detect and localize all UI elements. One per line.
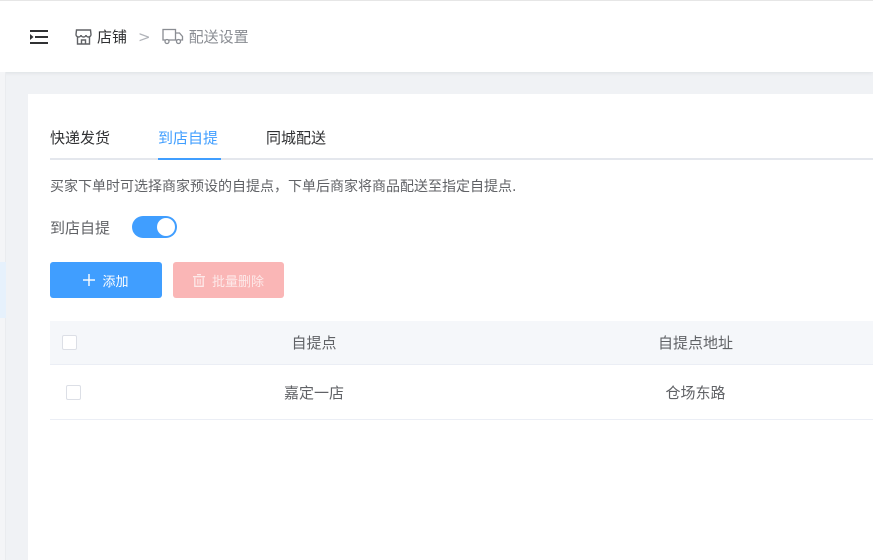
truck-icon: [161, 28, 184, 45]
pickup-toggle[interactable]: [132, 216, 178, 238]
plus-icon: [83, 274, 96, 286]
batch-delete-button[interactable]: 批量删除: [173, 262, 284, 298]
delivery-tabs: 快递发货 到店自提 同城配送: [50, 128, 873, 160]
tab-self-pickup[interactable]: 到店自提: [158, 128, 218, 160]
settings-card: 快递发货 到店自提 同城配送 买家下单时可选择商家预设的自提点，下单后商家将商品…: [28, 94, 873, 560]
tab-local-delivery[interactable]: 同城配送: [266, 128, 326, 160]
batch-delete-label: 批量删除: [211, 274, 264, 290]
breadcrumb-store-label: 店铺: [97, 28, 128, 46]
header-checkbox-cell: [50, 335, 110, 350]
column-pickup-address: 自提点地址: [657, 334, 733, 352]
menu-fold-icon[interactable]: [29, 29, 49, 45]
pickup-switch-label: 到店自提: [50, 218, 111, 237]
row-pickup-address: 仓场东路: [665, 383, 726, 402]
table-header: 自提点 自提点地址: [50, 321, 873, 365]
toggle-knob: [157, 218, 176, 236]
tab-active-indicator: [158, 158, 221, 160]
breadcrumb: 店铺 > 配送设置: [75, 26, 249, 47]
store-icon: [75, 28, 92, 45]
trash-icon: [192, 273, 205, 287]
pickup-description: 买家下单时可选择商家预设的自提点，下单后商家将商品配送至指定自提点.: [50, 179, 517, 195]
breadcrumb-store[interactable]: 店铺: [75, 26, 127, 47]
breadcrumb-current: 配送设置: [161, 26, 249, 47]
pickup-table: 自提点 自提点地址 嘉定一店 仓场东路: [50, 321, 873, 420]
breadcrumb-separator: >: [138, 27, 151, 46]
add-button-label: 添加: [102, 274, 129, 290]
column-pickup-point: 自提点: [291, 334, 337, 352]
top-header: 店铺 > 配送设置: [0, 0, 873, 72]
row-checkbox-cell: [50, 384, 110, 400]
pickup-switch-row: 到店自提: [50, 216, 178, 238]
select-all-checkbox[interactable]: [62, 335, 77, 350]
tab-express[interactable]: 快递发货: [50, 128, 110, 160]
add-button[interactable]: 添加: [50, 262, 162, 298]
row-pickup-name: 嘉定一店: [283, 383, 344, 402]
sidebar-active-indicator: [0, 262, 6, 318]
row-checkbox[interactable]: [66, 384, 81, 400]
table-row: 嘉定一店 仓场东路: [50, 365, 873, 420]
breadcrumb-current-label: 配送设置: [188, 28, 249, 46]
